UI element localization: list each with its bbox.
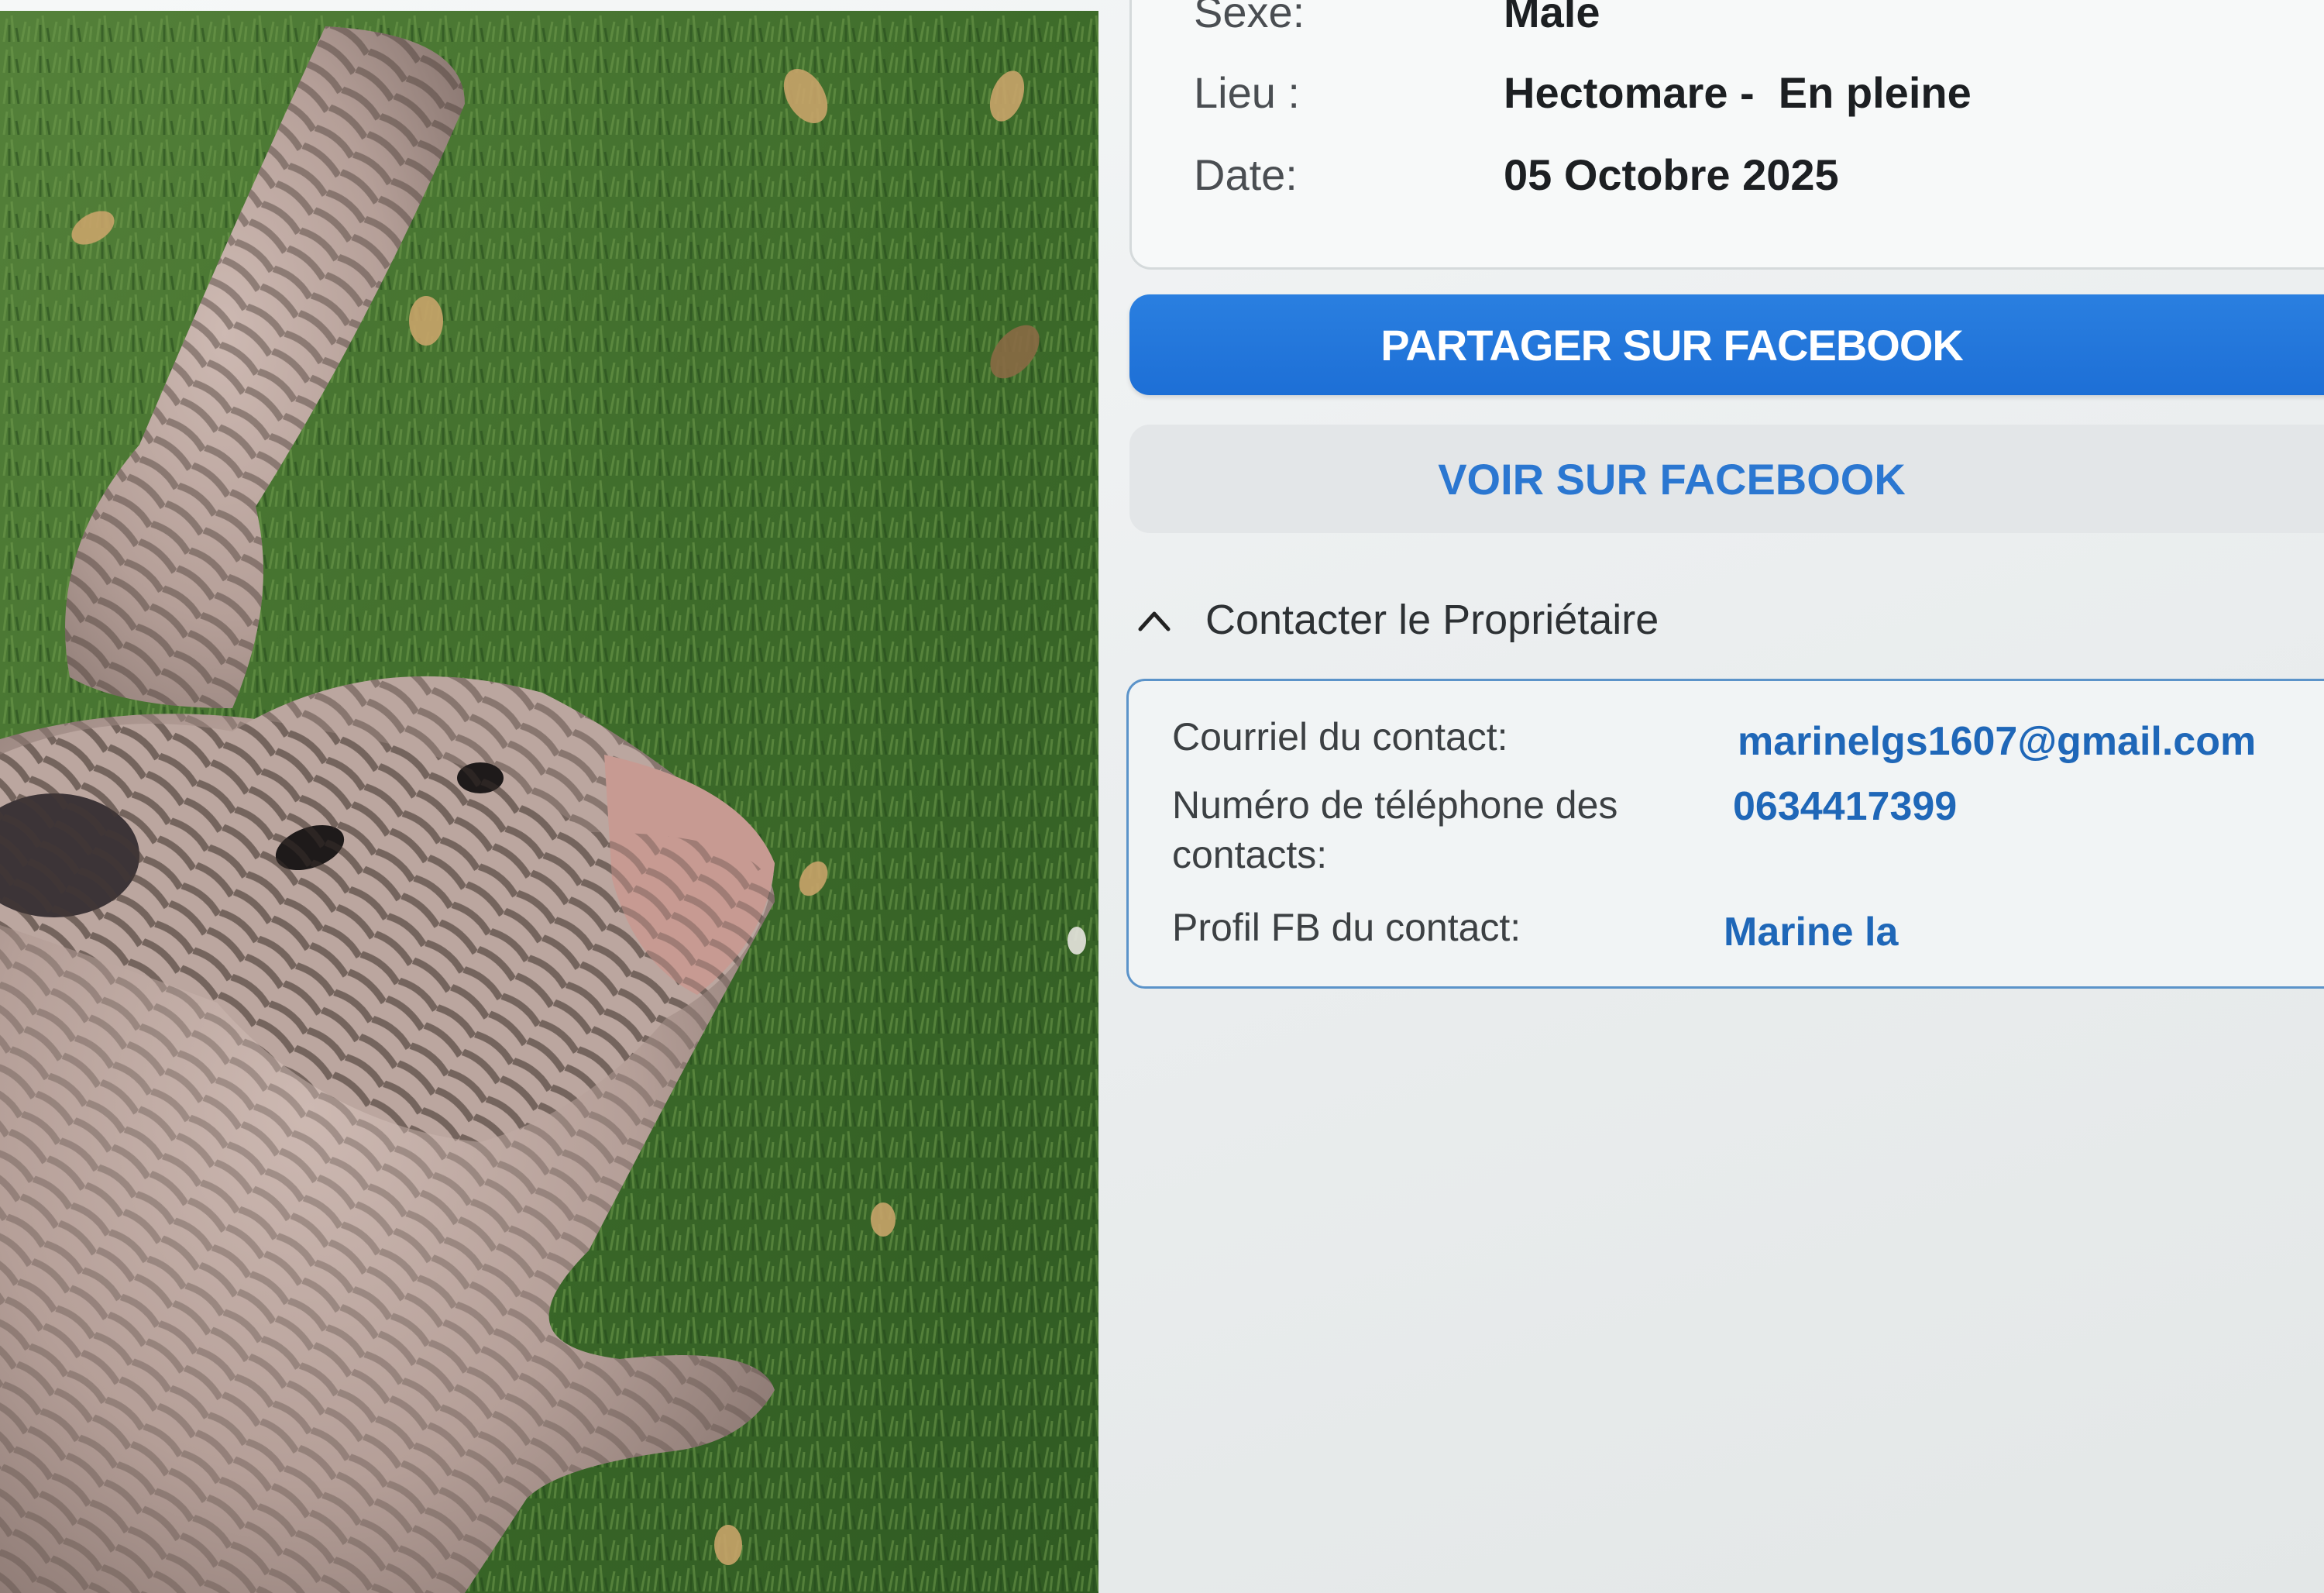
detail-date: Date: 05 Octobre 2025 bbox=[1194, 150, 1839, 200]
email-link[interactable]: marinelgs1607@gmail.com bbox=[1738, 718, 2256, 765]
contact-facebook-row: Profil FB du contact: Marine la bbox=[1172, 903, 1898, 955]
phone-label: Numéro de téléphone des contacts: bbox=[1172, 783, 1618, 876]
contact-owner-title: Contacter le Propriétaire bbox=[1205, 597, 1659, 643]
chevron-up-icon bbox=[1138, 611, 1171, 631]
contact-email-row: Courriel du contact: marinelgs1607@gmail… bbox=[1172, 712, 2256, 764]
phone-link[interactable]: 0634417399 bbox=[1733, 783, 1957, 830]
pet-photo bbox=[0, 11, 1098, 1593]
lieu-value: Hectomare - En pleine bbox=[1504, 68, 1972, 117]
email-label: Courriel du contact: bbox=[1172, 715, 1508, 759]
view-facebook-button[interactable]: VOIR SUR FACEBOOK bbox=[1129, 425, 2324, 533]
detail-lieu: Lieu : Hectomare - En pleine bbox=[1194, 67, 1972, 118]
sexe-value: Male bbox=[1504, 0, 1600, 36]
contact-phone-row: Numéro de téléphone des contacts: 063441… bbox=[1172, 780, 1957, 879]
share-facebook-button[interactable]: PARTAGER SUR FACEBOOK bbox=[1129, 294, 2324, 395]
sexe-label: Sexe: bbox=[1194, 0, 1305, 36]
facebook-profile-link[interactable]: Marine la bbox=[1724, 909, 1898, 955]
date-value: 05 Octobre 2025 bbox=[1504, 150, 1839, 199]
lieu-label: Lieu : bbox=[1194, 68, 1300, 117]
facebook-profile-label: Profil FB du contact: bbox=[1172, 906, 1521, 949]
share-facebook-label: PARTAGER SUR FACEBOOK bbox=[1380, 320, 1964, 370]
contact-details-card: Courriel du contact: marinelgs1607@gmail… bbox=[1126, 679, 2324, 989]
listing-panel: Sexe: Male Lieu : Hectomare - En pleine Da… bbox=[1098, 0, 2324, 1593]
dog-on-grass-image bbox=[0, 11, 1098, 1593]
view-facebook-label: VOIR SUR FACEBOOK bbox=[1438, 454, 1906, 504]
pet-details-card: Sexe: Male Lieu : Hectomare - En pleine Da… bbox=[1129, 0, 2324, 270]
screen: Sexe: Male Lieu : Hectomare - En pleine Da… bbox=[0, 0, 2324, 1593]
date-label: Date: bbox=[1194, 150, 1298, 199]
contact-owner-toggle[interactable]: Contacter le Propriétaire bbox=[1137, 589, 1659, 651]
detail-sexe: Sexe: Male bbox=[1194, 0, 1600, 37]
